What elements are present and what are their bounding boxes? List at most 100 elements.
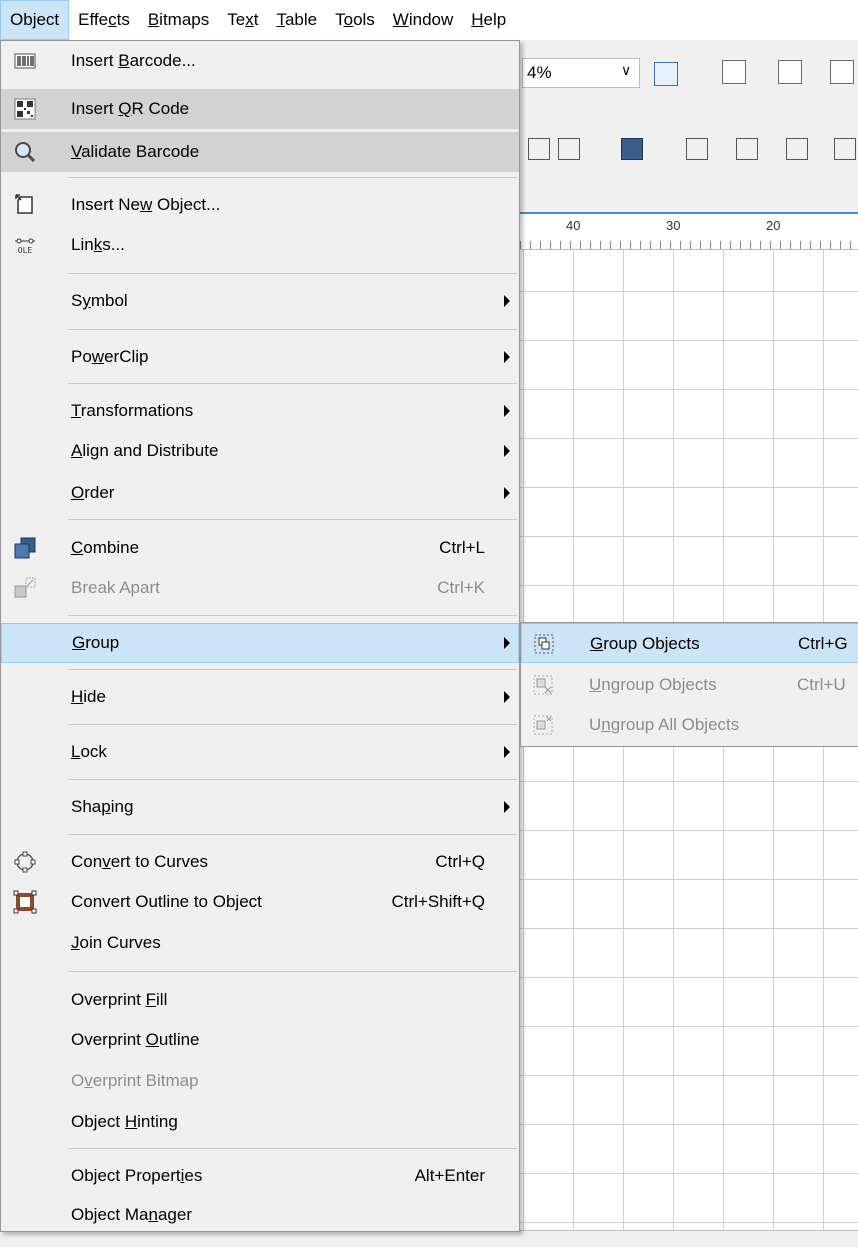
- combine-icon[interactable]: [621, 138, 643, 160]
- document-tab-strip: [520, 178, 858, 214]
- submenu-arrow-icon: [504, 351, 510, 363]
- menu-item-insert-new-object[interactable]: Insert New Object...: [1, 185, 519, 225]
- chevron-down-icon: ∨: [621, 62, 632, 78]
- submenu-item-ungroup-all-objects[interactable]: Ungroup All Objects: [521, 705, 858, 745]
- menu-item-label: Align and Distribute: [71, 441, 219, 460]
- menu-separator: [68, 724, 517, 725]
- convert-outline-icon: [13, 890, 37, 914]
- distribute-icon[interactable]: [558, 138, 580, 160]
- grid-view-icon[interactable]: [778, 60, 802, 84]
- menu-item-label: Validate Barcode: [71, 142, 200, 161]
- combine-icon: [14, 537, 36, 559]
- trim-icon[interactable]: [736, 138, 758, 160]
- menu-item-shortcut: Ctrl+Q: [435, 852, 485, 871]
- menu-item-label: PowerClip: [71, 347, 149, 366]
- submenu-arrow-icon: [504, 445, 510, 457]
- submenu-item-group-objects[interactable]: Group Objects Ctrl+G: [521, 623, 858, 663]
- menu-item-symbol[interactable]: Symbol: [1, 281, 519, 321]
- menu-item-object-hinting[interactable]: Object Hinting: [1, 1102, 519, 1142]
- menu-item-join-curves[interactable]: Join Curves: [1, 923, 519, 963]
- submenu-arrow-icon: [504, 637, 510, 649]
- menu-item-break-apart[interactable]: Break Apart Ctrl+K: [1, 568, 519, 608]
- menu-item-shaping[interactable]: Shaping: [1, 787, 519, 827]
- simplify-icon[interactable]: [834, 138, 856, 160]
- menu-separator: [68, 383, 517, 384]
- menu-separator: [68, 273, 517, 274]
- menu-item-insert-barcode[interactable]: Insert Barcode...: [1, 41, 519, 81]
- submenu-arrow-icon: [504, 691, 510, 703]
- menu-item-label: Insert New Object...: [71, 195, 221, 214]
- menu-item-shortcut: Alt+Enter: [414, 1166, 485, 1185]
- menu-item-combine[interactable]: Combine Ctrl+L: [1, 528, 519, 568]
- menu-item-label: Shaping: [71, 797, 134, 816]
- horizontal-ruler[interactable]: 40 30 20: [520, 214, 858, 250]
- menu-item-shortcut: Ctrl+Shift+Q: [391, 892, 485, 911]
- submenu-item-label: Group Objects: [590, 634, 700, 653]
- submenu-item-shortcut: Ctrl+G: [798, 634, 848, 653]
- weld-icon[interactable]: [686, 138, 708, 160]
- menu-item-links[interactable]: OLE Links...: [1, 225, 519, 265]
- menu-window[interactable]: Window: [384, 0, 462, 40]
- menu-separator: [68, 615, 517, 616]
- group-submenu: Group Objects Ctrl+G Ungroup Objects Ctr…: [520, 622, 858, 747]
- menu-item-validate-barcode[interactable]: Validate Barcode: [1, 132, 519, 172]
- break-apart-icon: [14, 577, 36, 598]
- align-icon[interactable]: [528, 138, 550, 160]
- menu-item-label: Convert to Curves: [71, 852, 208, 871]
- menu-object[interactable]: Object: [0, 0, 70, 40]
- scrollbar-area[interactable]: [520, 1230, 858, 1247]
- menu-item-order[interactable]: Order: [1, 473, 519, 513]
- rulers-icon[interactable]: [722, 60, 746, 84]
- menu-item-label: Combine: [71, 538, 140, 557]
- menu-item-label: Insert Barcode...: [71, 51, 196, 70]
- menu-item-object-properties[interactable]: Object Properties Alt+Enter: [1, 1156, 519, 1196]
- convert-curves-icon: [14, 851, 36, 873]
- menu-help[interactable]: Help: [462, 0, 515, 40]
- menu-item-label: Hide: [71, 687, 106, 706]
- menu-item-overprint-bitmap[interactable]: Overprint Bitmap: [1, 1061, 519, 1101]
- submenu-arrow-icon: [504, 405, 510, 417]
- insert-object-icon: [15, 194, 33, 214]
- menu-table[interactable]: Table: [267, 0, 326, 40]
- menu-item-hide[interactable]: Hide: [1, 677, 519, 717]
- group-objects-icon: [534, 634, 554, 654]
- menu-item-label: Lock: [71, 742, 107, 761]
- submenu-item-shortcut: Ctrl+U: [797, 675, 846, 694]
- menu-item-overprint-outline[interactable]: Overprint Outline: [1, 1020, 519, 1060]
- submenu-item-ungroup-objects[interactable]: Ungroup Objects Ctrl+U: [521, 665, 858, 705]
- menu-item-label: Group: [72, 633, 120, 652]
- menu-item-lock[interactable]: Lock: [1, 732, 519, 772]
- object-menu-dropdown: Insert Barcode... Insert QR Code Validat…: [0, 40, 520, 1232]
- zoom-to-page-icon[interactable]: [654, 62, 678, 86]
- menu-item-align-and-distribute[interactable]: Align and Distribute: [1, 431, 519, 471]
- ungroup-objects-icon: [533, 675, 553, 695]
- menu-item-powerclip[interactable]: PowerClip: [1, 337, 519, 377]
- menu-item-convert-outline-to-object[interactable]: Convert Outline to Object Ctrl+Shift+Q: [1, 882, 519, 922]
- menu-effects[interactable]: Effects: [69, 0, 139, 40]
- menu-bar: Object Effects Bitmaps Text Table Tools …: [0, 0, 858, 40]
- menu-item-label: Object Properties: [71, 1166, 203, 1185]
- intersect-icon[interactable]: [786, 138, 808, 160]
- menu-separator: [68, 1148, 517, 1149]
- guidelines-icon[interactable]: [830, 60, 854, 84]
- menu-item-label: Insert QR Code: [71, 99, 190, 118]
- menu-bitmaps[interactable]: Bitmaps: [139, 0, 218, 40]
- ruler-label: 30: [666, 218, 681, 233]
- menu-item-convert-to-curves[interactable]: Convert to Curves Ctrl+Q: [1, 842, 519, 882]
- menu-separator: [68, 779, 517, 780]
- menu-item-object-manager[interactable]: Object Manager: [1, 1195, 519, 1235]
- zoom-level-dropdown[interactable]: 4% ∨: [522, 58, 640, 88]
- menu-item-shortcut: Ctrl+K: [437, 578, 485, 597]
- ruler-label: 20: [766, 218, 781, 233]
- menu-item-label: Transformations: [71, 401, 194, 420]
- menu-separator: [68, 177, 517, 178]
- ruler-ticks: [520, 241, 858, 249]
- menu-text[interactable]: Text: [218, 0, 267, 40]
- menu-tools[interactable]: Tools: [326, 0, 384, 40]
- menu-item-group[interactable]: Group: [1, 623, 519, 663]
- menu-item-overprint-fill[interactable]: Overprint Fill: [1, 980, 519, 1020]
- submenu-arrow-icon: [504, 487, 510, 499]
- menu-item-transformations[interactable]: Transformations: [1, 391, 519, 431]
- ruler-label: 40: [566, 218, 581, 233]
- menu-item-insert-qr-code[interactable]: Insert QR Code: [1, 89, 519, 129]
